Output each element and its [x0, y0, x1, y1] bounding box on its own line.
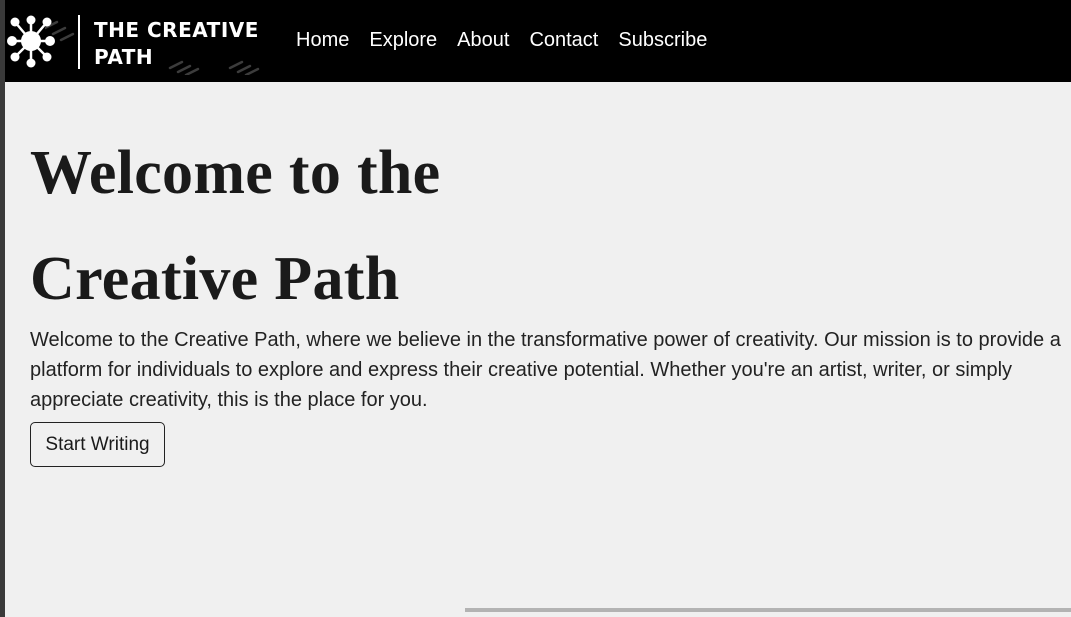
nav-link-about[interactable]: About — [457, 28, 509, 52]
brand-name-line2: PATH — [94, 45, 154, 69]
hero-title-line1: Welcome to the — [30, 139, 441, 207]
network-icon — [7, 15, 55, 68]
nav-link-home[interactable]: Home — [296, 28, 349, 52]
hero-title-line2: Creative Path — [30, 245, 400, 313]
logo-divider — [78, 15, 80, 69]
nav-link-subscribe[interactable]: Subscribe — [618, 28, 707, 52]
main-nav: Home Explore About Contact Subscribe — [296, 28, 707, 52]
brand-name-line1: THE CREATIVE — [94, 18, 259, 42]
hero-description: Welcome to the Creative Path, where we b… — [30, 329, 1061, 411]
navbar: THE CREATIVE PATH Home Explore About Con… — [5, 0, 1071, 82]
brand-name: THE CREATIVE PATH — [94, 17, 259, 71]
brand-logo[interactable]: THE CREATIVE PATH — [5, 0, 290, 82]
nav-link-contact[interactable]: Contact — [529, 28, 598, 52]
nav-link-explore[interactable]: Explore — [369, 28, 437, 52]
start-writing-button[interactable]: Start Writing — [30, 422, 165, 467]
horizontal-scrollbar[interactable] — [465, 608, 1071, 612]
window-left-edge — [0, 0, 5, 617]
hero-title: Welcome to the Creative Path — [30, 120, 510, 332]
